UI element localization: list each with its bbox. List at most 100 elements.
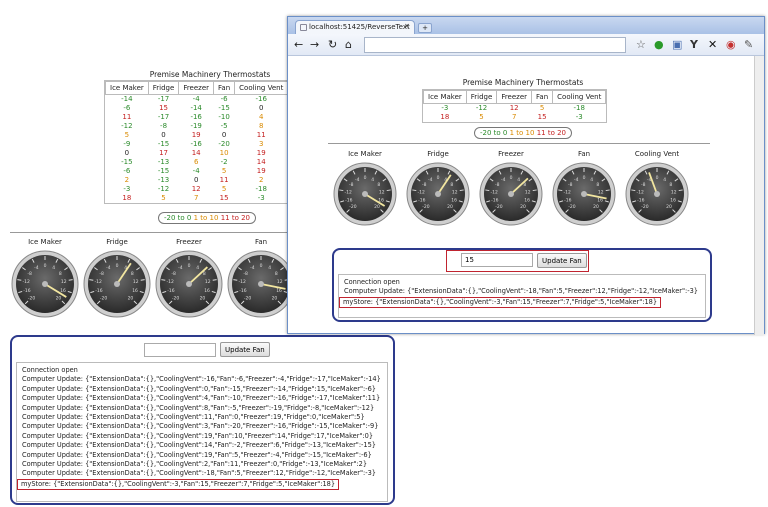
gauge-tick-label: -20 — [172, 295, 179, 301]
gauge-hub — [362, 191, 368, 197]
table-cell: 12 — [509, 104, 519, 112]
table-cell: 14 — [191, 149, 201, 157]
gauge-tick — [68, 279, 73, 281]
gauge: Fridge -20 -16 -12 -8 -4 0 4 8 12 16 20 — [83, 238, 151, 320]
table-cell: -6 — [123, 104, 131, 112]
gauge-hub — [258, 281, 264, 287]
gauge-tick-label: 0 — [188, 263, 191, 269]
gauge-tick-label: -16 — [418, 197, 425, 203]
gauge-tick — [212, 279, 217, 281]
gauge-tick-label: -4 — [428, 177, 433, 183]
gauge-dial: -20-16-12-8-4 0 48121620 — [625, 162, 689, 226]
gauge-tick-label: -16 — [239, 288, 246, 294]
log-line: Computer Update: {"ExtensionData":{},"Co… — [22, 431, 374, 440]
table-cell: -3 — [441, 104, 449, 112]
extension-opera-icon[interactable]: ◉ — [726, 38, 736, 52]
gauge-tick-label: -20 — [28, 295, 35, 301]
update-fan-button[interactable]: Update Fan — [220, 342, 270, 357]
table-cell: 5 — [161, 194, 166, 202]
gauge-label: Fridge — [427, 150, 449, 158]
reload-icon[interactable]: ↻ — [328, 38, 337, 52]
tab-close-icon[interactable]: × — [404, 22, 410, 30]
gauge-dial: -20-16-12-8-4 0 48121620 — [83, 250, 151, 318]
gauge-dial: -20-16-12-8-4 0 48121620 — [155, 250, 223, 318]
gauge-dial: -20-16-12-8-4 0 48121620 — [333, 162, 397, 226]
extension-green-icon[interactable]: ● — [654, 38, 664, 52]
column-header: Freezer — [178, 81, 215, 95]
gauge-label: Cooling Vent — [634, 150, 680, 158]
table-row: -6 15 -14 -15 0 — [106, 104, 288, 113]
gauge-dial: -20-16-12-8-4 0 48121620 — [552, 162, 616, 226]
table-cell: 0 — [193, 176, 199, 184]
table-cell: 0 — [161, 131, 166, 139]
table-cell: -3 — [123, 185, 131, 193]
gauge-dial: -20-16-12-8-4 0 48121620 — [227, 250, 295, 318]
log-line: Computer Update: {"ExtensionData":{},"Co… — [22, 422, 379, 431]
legend-hot-range: 11 to 20 — [536, 129, 566, 137]
wrench-icon[interactable]: ✎ — [744, 38, 753, 52]
gauge-tick-label: -20 — [641, 204, 648, 210]
legend-cold-range: -20 to 0 — [164, 214, 192, 222]
fan-value-input[interactable] — [144, 343, 216, 357]
gauge-tick-label: -16 — [491, 197, 498, 203]
gauge-hub — [186, 281, 192, 287]
star-icon[interactable]: ☆ — [636, 38, 646, 52]
gauge-tick-label: -20 — [495, 204, 502, 210]
gauge-tick-label: -8 — [495, 182, 500, 188]
gauge-tick — [140, 279, 145, 281]
gauge-tick-label: -12 — [23, 279, 30, 285]
gauge-tick-label: 8 — [596, 182, 599, 188]
table-cell: -12 — [121, 122, 133, 130]
gauge-tick-label: 20 — [374, 204, 380, 210]
column-header: Ice Maker — [105, 81, 149, 95]
table-cell: -12 — [157, 185, 170, 193]
gauge: Ice Maker -20 -16 -12 -8 -4 0 4 8 12 16 20 — [333, 150, 397, 228]
table-cell: 18 — [122, 194, 132, 202]
back-thermostat-table: Ice Maker Fridge Freezer Fan Cooling Vent -1… — [104, 80, 290, 204]
table-cell: -20 — [218, 140, 230, 148]
gauge-tick-label: -12 — [637, 189, 644, 195]
control-panel: Update Fan Connection openComputer Updat… — [332, 248, 712, 322]
log-line: Computer Update: {"ExtensionData":{},"Co… — [22, 469, 377, 478]
gauge: Cooling Vent -20 -16 -12 -8 -4 0 4 8 12 16 20 — [625, 150, 689, 228]
gauge-tick-label: 12 — [205, 279, 211, 285]
table-row: 0 17 14 10 19 — [106, 149, 288, 158]
gauge: Fan -20 -16 -12 -8 -4 0 4 8 12 16 20 — [227, 238, 295, 320]
table-row: -3 -12 12 5 -18 — [424, 104, 606, 114]
browser-tab[interactable]: localhost:51425/ReverseText × — [295, 20, 415, 34]
table-cell: 10 — [219, 149, 229, 157]
log-line: Computer Update: {"ExtensionData":{},"Co… — [22, 450, 372, 459]
table-cell: -2 — [220, 158, 228, 166]
gauge-tick-label: -16 — [637, 197, 644, 203]
new-tab-button[interactable]: + — [418, 23, 432, 33]
gauge-tick-label: 8 — [59, 271, 62, 277]
forward-arrow-icon[interactable]: → — [310, 38, 319, 52]
gauge-tick — [485, 189, 490, 192]
gauge-tick-label: -8 — [99, 271, 104, 277]
table-row: 11 -17 -16 -10 4 — [106, 113, 288, 122]
fan-value-input[interactable] — [461, 253, 533, 267]
extension-page-icon[interactable]: ▣ — [672, 38, 682, 52]
table-cell: 6 — [193, 158, 199, 166]
gauge-tick-label: -12 — [239, 279, 246, 285]
back-arrow-icon[interactable]: ← — [294, 38, 303, 52]
table-cell: 15 — [159, 104, 168, 112]
gauge-tick-label: -4 — [574, 177, 579, 183]
home-icon[interactable]: ⌂ — [345, 38, 352, 52]
vertical-scrollbar[interactable] — [754, 56, 764, 335]
extension-yahoo-icon[interactable]: Y — [690, 38, 698, 52]
gauge-tick-label: -8 — [171, 271, 176, 277]
gauge-tick-label: -4 — [34, 265, 39, 271]
log-line: Computer Update: {"ExtensionData":{},"Co… — [22, 384, 377, 393]
gauge-tick-label: 12 — [277, 279, 283, 285]
gauge-hub — [435, 191, 441, 197]
gauge-label: Fan — [577, 150, 591, 158]
address-bar[interactable] — [364, 37, 626, 53]
column-header: Cooling Vent — [552, 90, 607, 104]
extension-x-icon[interactable]: ✕ — [708, 38, 717, 52]
gauge-label: Freezer — [176, 238, 202, 246]
update-fan-button[interactable]: Update Fan — [537, 253, 587, 268]
column-header: Freezer — [496, 90, 533, 104]
log-line: Computer Update: {"ExtensionData":{},"Co… — [22, 394, 381, 403]
gauge: Freezer -20 -16 -12 -8 -4 0 4 8 12 16 20 — [155, 238, 223, 320]
